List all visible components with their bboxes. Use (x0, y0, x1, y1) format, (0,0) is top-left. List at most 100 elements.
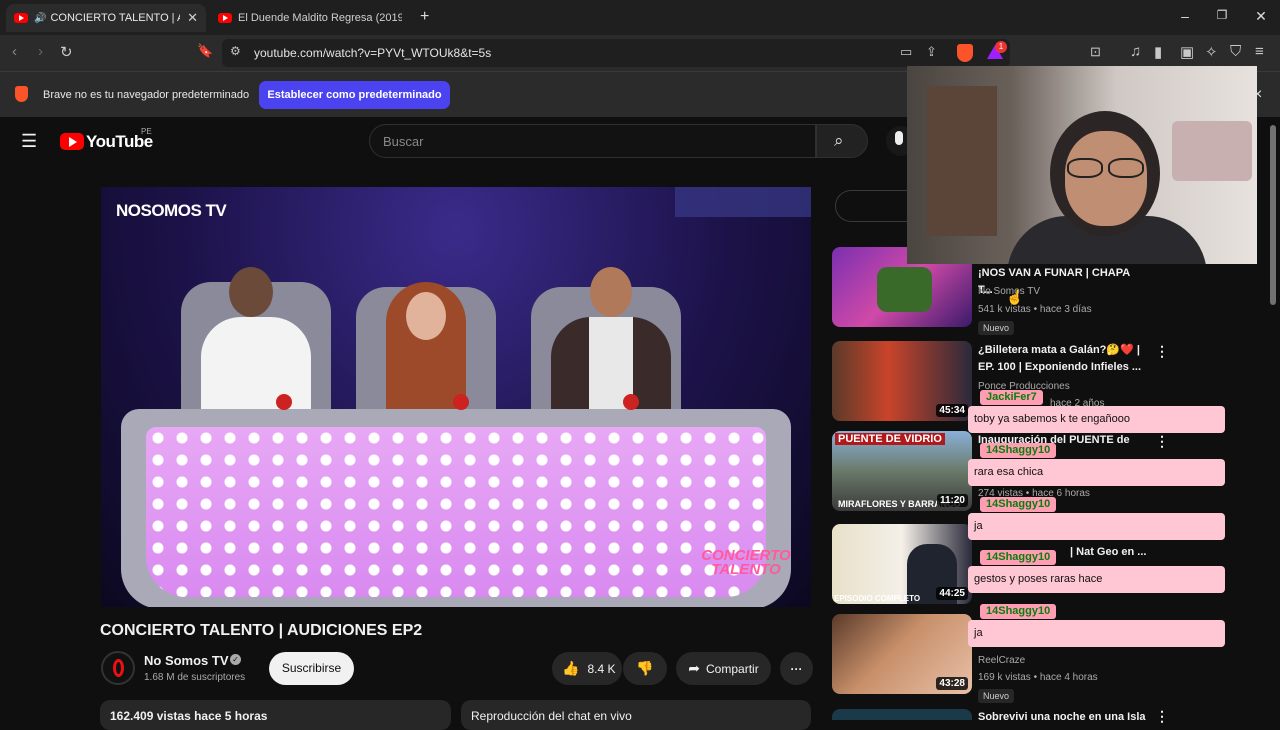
search-placeholder: Buscar (383, 134, 424, 149)
reload-icon[interactable]: ↻ (60, 43, 73, 61)
chat-username: 14Shaggy10 (980, 497, 1057, 512)
new-tab-button[interactable]: + (420, 8, 429, 26)
tab-title: CONCIERTO TALENTO | AUDIC (50, 12, 180, 24)
glasses-icon (1067, 158, 1103, 178)
recommended-thumbnail[interactable]: 43:28 (832, 614, 972, 694)
chat-username: 14Shaggy10 (980, 550, 1057, 565)
back-icon[interactable]: ‹ (12, 43, 17, 60)
more-options-icon[interactable]: ⋮ (1155, 708, 1169, 725)
recommended-title[interactable]: | Nat Geo en ... (1070, 544, 1150, 561)
webcam-plushies (1172, 121, 1252, 181)
mouse-cursor-icon: ☝ (1006, 289, 1024, 305)
judge-right-head (590, 267, 632, 317)
chat-username: 14Shaggy10 (980, 604, 1057, 619)
more-actions-button[interactable]: ··· (780, 652, 813, 685)
judge-left-head (229, 267, 273, 317)
more-options-icon[interactable]: ⋮ (1155, 433, 1169, 450)
brave-logo-icon (15, 86, 28, 102)
page-scrollbar[interactable] (1270, 125, 1276, 305)
chat-message: toby ya sabemos k te engañooo (968, 406, 1225, 433)
webcam-person-face (1065, 131, 1147, 226)
bookmark-icon[interactable]: 🔖 (197, 43, 213, 59)
chat-replay-box[interactable]: Reproducción del chat en vivo (461, 700, 811, 730)
concierto-talento-logo: CONCIERTO TALENTO (701, 547, 791, 578)
chat-message: ja (968, 620, 1225, 647)
thumbs-up-icon: 👍 (562, 660, 580, 676)
cast-icon[interactable]: ▭ (900, 44, 912, 60)
view-count: 162.409 vistas hace 5 horas (110, 709, 268, 723)
address-bar[interactable]: ⚙ youtube.com/watch?v=PYVt_WTOUk8&t=5s ▭… (222, 39, 1010, 67)
channel-avatar[interactable] (101, 651, 135, 685)
thumbs-down-icon: 👎 (636, 660, 654, 676)
chat-message: gestos y poses raras hace (968, 566, 1225, 593)
buzzer-middle (453, 394, 469, 410)
glasses-icon (1108, 158, 1144, 178)
recommended-title[interactable]: Sobrevivi una noche en una Isla (978, 709, 1158, 726)
like-button[interactable]: 👍 8.4 K (552, 652, 622, 685)
youtube-favicon-icon (218, 13, 232, 23)
thumbnail-caption-top: PUENTE DE VIDRIO (835, 433, 945, 445)
music-icon[interactable]: ♫ (1130, 43, 1141, 60)
webcam-overlay (907, 66, 1257, 264)
subscribe-button[interactable]: Suscribirse (269, 652, 354, 685)
share-button[interactable]: ➦ Compartir (676, 652, 771, 685)
stage-screen (675, 187, 811, 217)
tab-el-duende[interactable]: El Duende Maldito Regresa (2019) Tr (210, 4, 410, 32)
judge-middle-head (406, 292, 446, 340)
brave-shields-icon[interactable] (957, 44, 973, 62)
share-icon[interactable]: ⇪ (926, 44, 937, 60)
recommended-thumbnail[interactable]: 45:34 (832, 341, 972, 421)
close-tab-icon[interactable]: ✕ (187, 10, 198, 26)
channel-name[interactable]: No Somos TV (144, 653, 229, 668)
verified-icon: ✓ (230, 654, 241, 665)
close-window-icon[interactable]: ✕ (1251, 8, 1271, 25)
share-arrow-icon: ➦ (688, 660, 701, 676)
forward-icon[interactable]: › (38, 43, 43, 60)
description-box[interactable]: 162.409 vistas hace 5 horas (100, 700, 451, 730)
more-options-icon[interactable]: ⋮ (1155, 343, 1169, 360)
duration-badge: 45:34 (936, 404, 968, 417)
microphone-icon (895, 131, 903, 145)
screenshot-icon[interactable]: ⊡ (1090, 44, 1101, 60)
leo-ai-icon[interactable]: ✧ (1205, 43, 1218, 61)
subscriber-count: 1.68 M de suscriptores (144, 672, 246, 683)
chat-username: JackiFer7 (980, 390, 1043, 405)
minimize-icon[interactable]: – (1175, 8, 1195, 24)
desk-led-panel (146, 427, 766, 597)
url-text: youtube.com/watch?v=PYVt_WTOUk8&t=5s (254, 46, 492, 60)
region-code: PE (141, 127, 152, 136)
dislike-button[interactable]: 👎 (623, 652, 667, 685)
chat-replay-label: Reproducción del chat en vivo (471, 709, 632, 723)
video-player[interactable]: NOSOMOS TV CONCIERTO TALENTO (101, 187, 811, 607)
guide-menu-icon[interactable]: ☰ (21, 131, 37, 152)
sidebar-icon[interactable]: ▮ (1154, 43, 1162, 61)
restore-icon[interactable]: ❐ (1212, 8, 1232, 22)
search-button[interactable]: ⌕ (816, 124, 868, 158)
chip-bar[interactable] (835, 190, 915, 222)
youtube-favicon-icon (14, 13, 28, 23)
recommended-thumbnail[interactable] (832, 709, 972, 720)
tab-concierto-talento[interactable]: 🔊 CONCIERTO TALENTO | AUDIC ✕ (6, 4, 206, 32)
webcam-shelf (927, 86, 997, 236)
set-default-button[interactable]: Establecer como predeterminado (259, 81, 450, 109)
youtube-logo-icon[interactable] (60, 133, 84, 150)
site-settings-icon[interactable]: ⚙ (230, 44, 241, 58)
recommended-title[interactable]: ¿Billetera mata a Galán?🤔❤️ | EP. 100 | … (978, 342, 1143, 376)
chat-message: ja (968, 513, 1225, 540)
video-title: CONCIERTO TALENTO | AUDICIONES EP2 (100, 622, 423, 639)
tab-strip: 🔊 CONCIERTO TALENTO | AUDIC ✕ El Duende … (0, 0, 1280, 35)
menu-icon[interactable]: ≡ (1255, 43, 1264, 60)
search-input[interactable]: Buscar (369, 124, 816, 158)
channel-watermark: NOSOMOS TV (116, 201, 227, 220)
chat-message: rara esa chica (968, 459, 1225, 486)
vpn-icon[interactable]: ⛉ (1230, 43, 1241, 60)
speaker-icon: 🔊 (34, 12, 47, 24)
recommended-channel[interactable]: ReelCraze (978, 655, 1025, 666)
duration-badge: 44:25 (936, 587, 968, 600)
duration-badge: 11:20 (936, 494, 968, 507)
new-badge: Nuevo (978, 321, 1015, 335)
wallet-icon[interactable]: ▣ (1180, 43, 1194, 61)
search-icon: ⌕ (834, 131, 844, 150)
recommended-thumbnail[interactable]: PUENTE DE VIDRIO MIRAFLORES Y BARRANCO 1… (832, 431, 972, 511)
recommended-thumbnail[interactable]: EPISODIO COMPLETO 44:25 (832, 524, 972, 604)
